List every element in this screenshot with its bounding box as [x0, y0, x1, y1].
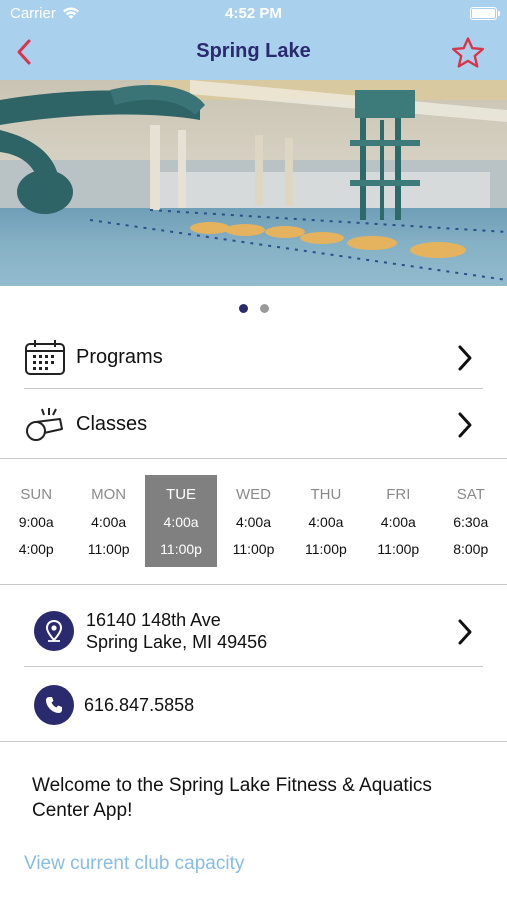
hours-day-fri: FRI 4:00a 11:00p: [362, 475, 434, 567]
open-time: 4:00a: [235, 514, 271, 530]
day-name: FRI: [386, 486, 411, 503]
hours-day-sat: SAT 6:30a 8:00p: [435, 475, 507, 567]
day-name: SUN: [20, 486, 53, 503]
classes-label: Classes: [76, 412, 148, 435]
address-row[interactable]: 16140 148th Ave Spring Lake, MI 49456: [24, 598, 483, 664]
battery-icon: [470, 7, 500, 20]
page-title: Spring Lake: [196, 40, 311, 62]
close-time: 11:00p: [232, 541, 275, 557]
carousel-dot-1[interactable]: [238, 304, 248, 313]
open-time: 4:00a: [308, 514, 344, 530]
address: 16140 148th Ave Spring Lake, MI 49456: [86, 609, 267, 653]
classes-row[interactable]: Classes: [24, 391, 483, 457]
open-time: 4:00a: [91, 514, 127, 530]
phone-row[interactable]: 616.847.5858: [24, 672, 483, 738]
carousel-dot-2[interactable]: [259, 304, 269, 313]
close-time: 4:00p: [18, 541, 54, 557]
close-time: 8:00p: [453, 541, 489, 557]
section-divider: [0, 584, 507, 585]
carousel-indicator[interactable]: [0, 304, 507, 313]
status-bar: Carrier 4:52 PM: [0, 0, 507, 28]
open-time: 9:00a: [18, 514, 54, 530]
phone-number: 616.847.5858: [84, 694, 195, 715]
phone-icon: [34, 685, 74, 725]
day-name: MON: [91, 486, 127, 503]
chevron-right-icon: [458, 412, 472, 438]
divider: [24, 388, 483, 389]
chevron-right-icon: [458, 619, 472, 645]
hours-strip: SUN 9:00a 4:00p MON 4:00a 11:00p TUE 4:0…: [0, 475, 507, 567]
location-pin-icon: [34, 611, 74, 651]
day-name: TUE: [166, 486, 197, 503]
day-name: WED: [235, 486, 271, 503]
status-time: 4:52 PM: [225, 5, 282, 22]
close-time: 11:00p: [87, 541, 130, 557]
pool-photo: [0, 80, 507, 286]
section-divider: [0, 741, 507, 742]
close-time: 11:00p: [305, 541, 347, 557]
whistle-icon: [26, 408, 63, 441]
navigation-bar: Carrier 4:52 PM Spring Lake: [0, 0, 507, 80]
welcome-message: Welcome to the Spring Lake Fitness & Aqu…: [32, 775, 432, 821]
programs-label: Programs: [76, 345, 163, 368]
address-line-2: Spring Lake, MI 49456: [86, 632, 268, 652]
day-name: THU: [310, 486, 342, 503]
hours-day-wed: WED 4:00a 11:00p: [217, 475, 289, 567]
close-time: 11:00p: [377, 541, 420, 557]
section-divider: [0, 458, 507, 459]
day-name: SAT: [456, 486, 485, 503]
hours-day-tue-today: TUE 4:00a 11:00p: [144, 475, 218, 567]
chevron-right-icon: [458, 345, 472, 371]
address-line-1: 16140 148th Ave: [86, 610, 221, 630]
open-time: 4:00a: [163, 514, 199, 530]
programs-row[interactable]: Programs: [24, 324, 483, 390]
hero-image[interactable]: [0, 80, 507, 286]
hours-day-thu: THU 4:00a 11:00p: [290, 475, 362, 567]
club-capacity-link[interactable]: View current club capacity: [24, 853, 244, 875]
open-time: 6:30a: [453, 514, 489, 530]
open-time: 4:00a: [380, 514, 416, 530]
hours-day-mon: MON 4:00a 11:00p: [72, 475, 144, 567]
close-time: 11:00p: [160, 541, 202, 557]
favorite-button[interactable]: [451, 36, 485, 70]
divider: [24, 666, 483, 667]
calendar-icon: [25, 340, 65, 375]
star-outline-icon: [452, 37, 484, 68]
hours-day-sun: SUN 9:00a 4:00p: [0, 475, 72, 567]
